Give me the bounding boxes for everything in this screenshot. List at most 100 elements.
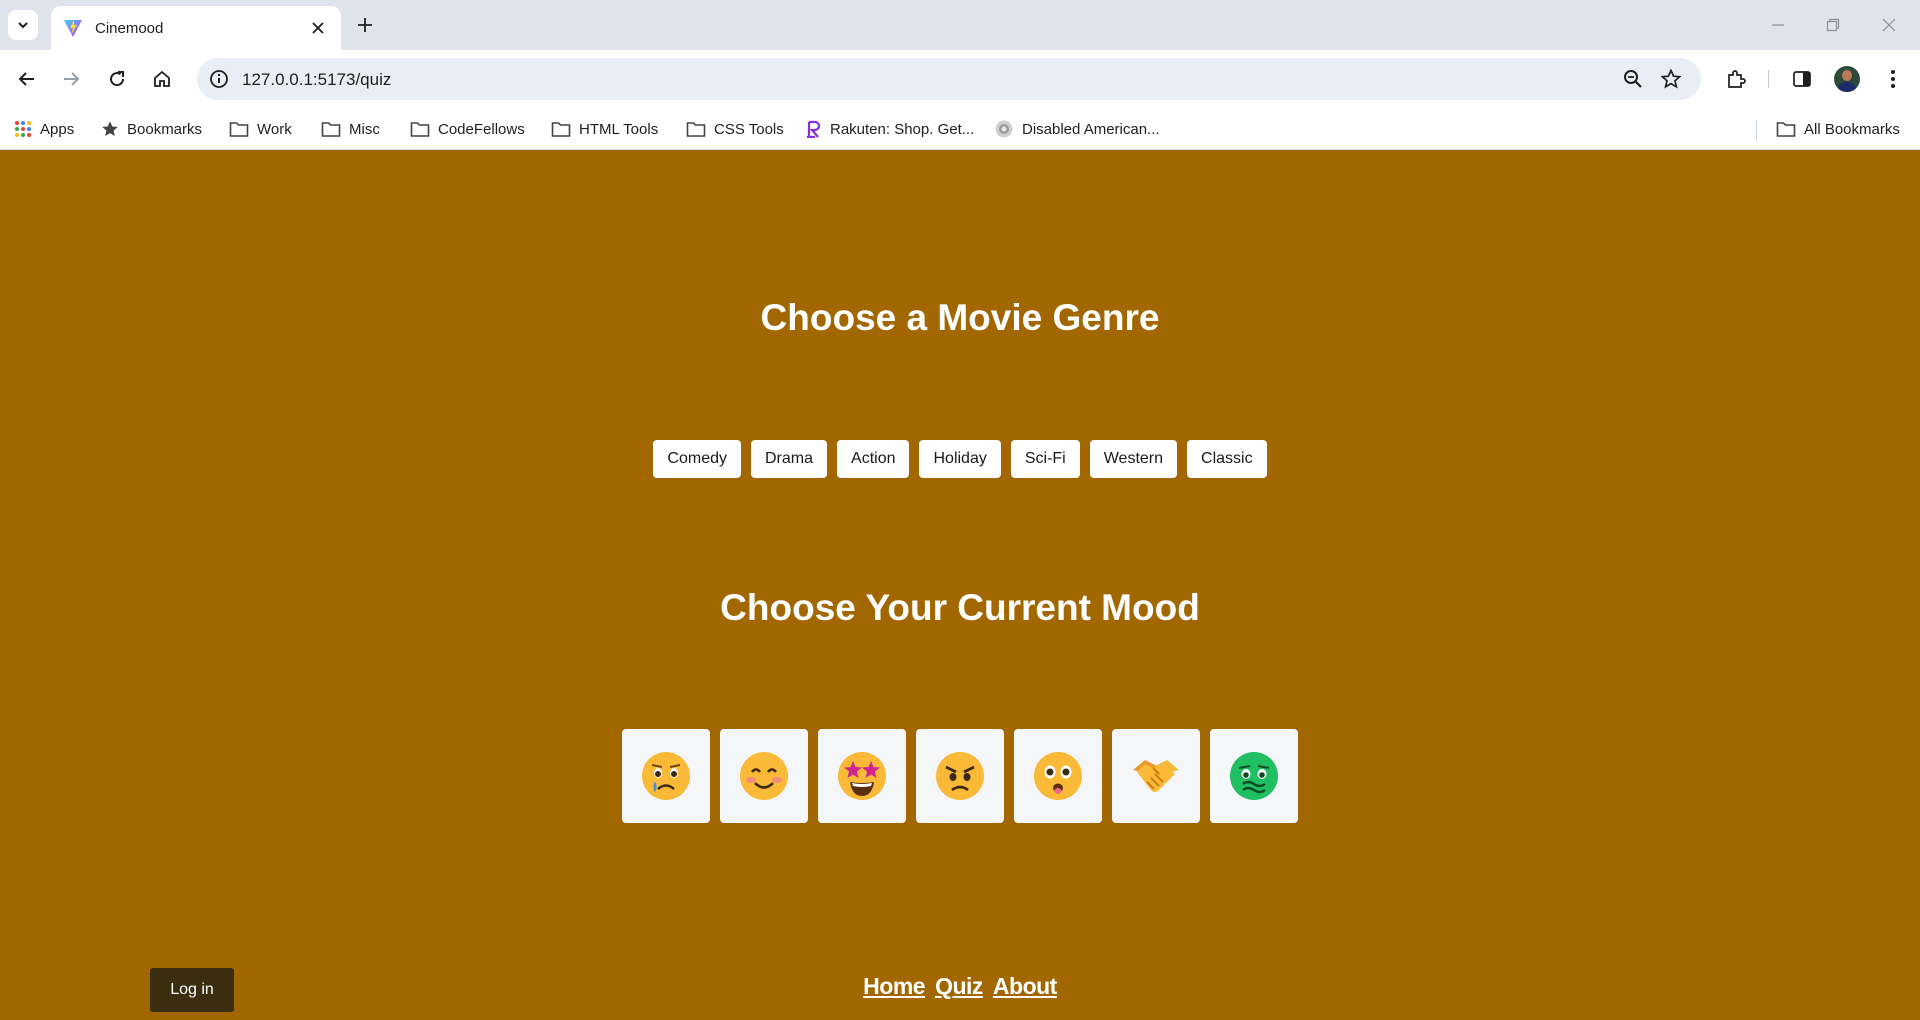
bookmark-folder-html-tools[interactable]: HTML Tools: [551, 117, 658, 141]
tab-search-button[interactable]: [8, 10, 38, 40]
bookmark-label: Disabled American...: [1022, 120, 1160, 138]
info-icon: [210, 70, 228, 88]
mood-button-group: [0, 729, 1920, 823]
page-content: Choose a Movie Genre Comedy Drama Action…: [0, 151, 1920, 1020]
puzzle-icon: [1728, 70, 1746, 88]
restore-icon: [1826, 18, 1840, 32]
bookmark-label: Apps: [40, 120, 75, 138]
folder-icon: [229, 122, 249, 137]
side-panel-icon: [1793, 71, 1811, 87]
all-bookmarks-button[interactable]: All Bookmarks: [1776, 117, 1900, 141]
tab-title: Cinemood: [95, 19, 164, 37]
forward-button[interactable]: [55, 63, 87, 95]
folder-icon: [551, 122, 571, 137]
footer-nav: Home Quiz About: [0, 973, 1920, 1000]
zoom-out-icon: [1624, 70, 1642, 88]
footer-link-about[interactable]: About: [993, 973, 1057, 1000]
tab-close-button[interactable]: [307, 17, 329, 39]
close-window-button[interactable]: [1876, 12, 1902, 38]
mood-button-angry[interactable]: [916, 729, 1004, 823]
browser-toolbar: 127.0.0.1:5173/quiz: [0, 50, 1920, 108]
bookmark-folder-work[interactable]: Work: [229, 117, 292, 141]
genre-button-sci-fi[interactable]: Sci-Fi: [1010, 440, 1080, 478]
mood-button-sick[interactable]: [1210, 729, 1298, 823]
footer-link-quiz[interactable]: Quiz: [935, 973, 983, 1000]
restore-button[interactable]: [1820, 12, 1846, 38]
minimize-icon: [1772, 24, 1784, 26]
tab-bar: Cinemood: [0, 0, 1920, 50]
bookmark-bookmarks[interactable]: Bookmarks: [101, 117, 202, 141]
bookmark-folder-codefellows[interactable]: CodeFellows: [410, 117, 525, 141]
genre-button-comedy[interactable]: Comedy: [653, 440, 741, 478]
address-bar[interactable]: 127.0.0.1:5173/quiz: [197, 58, 1701, 100]
handshake-icon: [1133, 760, 1179, 792]
arrow-left-icon: [18, 72, 34, 86]
mood-button-excited[interactable]: [818, 729, 906, 823]
bookmarks-bar: Apps Bookmarks Work Misc CodeFellows HTM…: [0, 108, 1920, 150]
smiling-face-icon: [740, 752, 788, 800]
bookmark-label: Rakuten: Shop. Get...: [830, 120, 975, 138]
bookmark-label: HTML Tools: [579, 120, 659, 138]
browser-tab[interactable]: Cinemood: [51, 6, 341, 50]
folder-icon: [321, 122, 341, 137]
zoom-button[interactable]: [1621, 67, 1645, 91]
arrow-right-icon: [64, 72, 80, 86]
mood-button-surprised[interactable]: [1014, 729, 1102, 823]
apps-grid-icon: [15, 121, 31, 137]
new-tab-button[interactable]: [352, 12, 378, 38]
back-button[interactable]: [11, 63, 43, 95]
footer-link-home[interactable]: Home: [863, 973, 925, 1000]
folder-icon: [1776, 122, 1796, 137]
nauseated-face-icon: [1230, 752, 1278, 800]
site-info-button[interactable]: [207, 67, 231, 91]
bookmark-rakuten[interactable]: Rakuten: Shop. Get...: [806, 117, 974, 141]
reload-icon: [110, 71, 125, 87]
bookmark-folder-css-tools[interactable]: CSS Tools: [686, 117, 784, 141]
bookmark-apps[interactable]: Apps: [14, 117, 74, 141]
flushed-face-icon: [1034, 752, 1082, 800]
bookmark-label: Bookmarks: [127, 120, 203, 138]
rakuten-icon: [807, 120, 821, 138]
more-vertical-icon: [1891, 70, 1895, 88]
close-icon: [1882, 18, 1896, 32]
profile-avatar[interactable]: [1834, 66, 1860, 92]
genre-button-holiday[interactable]: Holiday: [919, 440, 1001, 478]
genre-heading: Choose a Movie Genre: [760, 297, 1160, 338]
url-text[interactable]: 127.0.0.1:5173/quiz: [242, 70, 391, 90]
side-panel-button[interactable]: [1786, 63, 1818, 95]
folder-icon: [410, 122, 430, 137]
extensions-button[interactable]: [1720, 63, 1752, 95]
star-struck-icon: [838, 752, 886, 800]
mood-button-happy[interactable]: [720, 729, 808, 823]
bookmark-star-button[interactable]: [1659, 67, 1683, 91]
minimize-button[interactable]: [1765, 12, 1791, 38]
close-icon: [312, 22, 324, 34]
vite-logo-icon: [64, 19, 82, 37]
genre-button-drama[interactable]: Drama: [751, 440, 828, 478]
reload-button[interactable]: [101, 63, 133, 95]
menu-button[interactable]: [1877, 63, 1909, 95]
crying-face-icon: [642, 752, 690, 800]
home-button[interactable]: [146, 63, 178, 95]
genre-button-western[interactable]: Western: [1089, 440, 1178, 478]
bookmark-label: CSS Tools: [714, 120, 784, 138]
bookmark-label: Misc: [349, 120, 380, 138]
chevron-down-icon: [18, 22, 28, 29]
mood-button-friendly[interactable]: [1112, 729, 1200, 823]
bookmark-label: CodeFellows: [438, 120, 525, 138]
dav-icon: [995, 120, 1013, 138]
bookmark-label: Work: [257, 120, 292, 138]
plus-icon: [358, 18, 372, 32]
home-icon: [154, 70, 170, 87]
bookmarks-divider: [1756, 120, 1757, 140]
genre-button-action[interactable]: Action: [837, 440, 910, 478]
genre-button-classic[interactable]: Classic: [1187, 440, 1267, 478]
mood-heading: Choose Your Current Mood: [720, 587, 1200, 628]
bookmark-dav[interactable]: Disabled American...: [994, 117, 1160, 141]
toolbar-divider: [1768, 70, 1769, 88]
folder-icon: [686, 122, 706, 137]
genre-button-group: Comedy Drama Action Holiday Sci-Fi Weste…: [0, 440, 1920, 478]
bookmark-folder-misc[interactable]: Misc: [321, 117, 380, 141]
all-bookmarks-label: All Bookmarks: [1804, 120, 1900, 138]
mood-button-sad[interactable]: [622, 729, 710, 823]
